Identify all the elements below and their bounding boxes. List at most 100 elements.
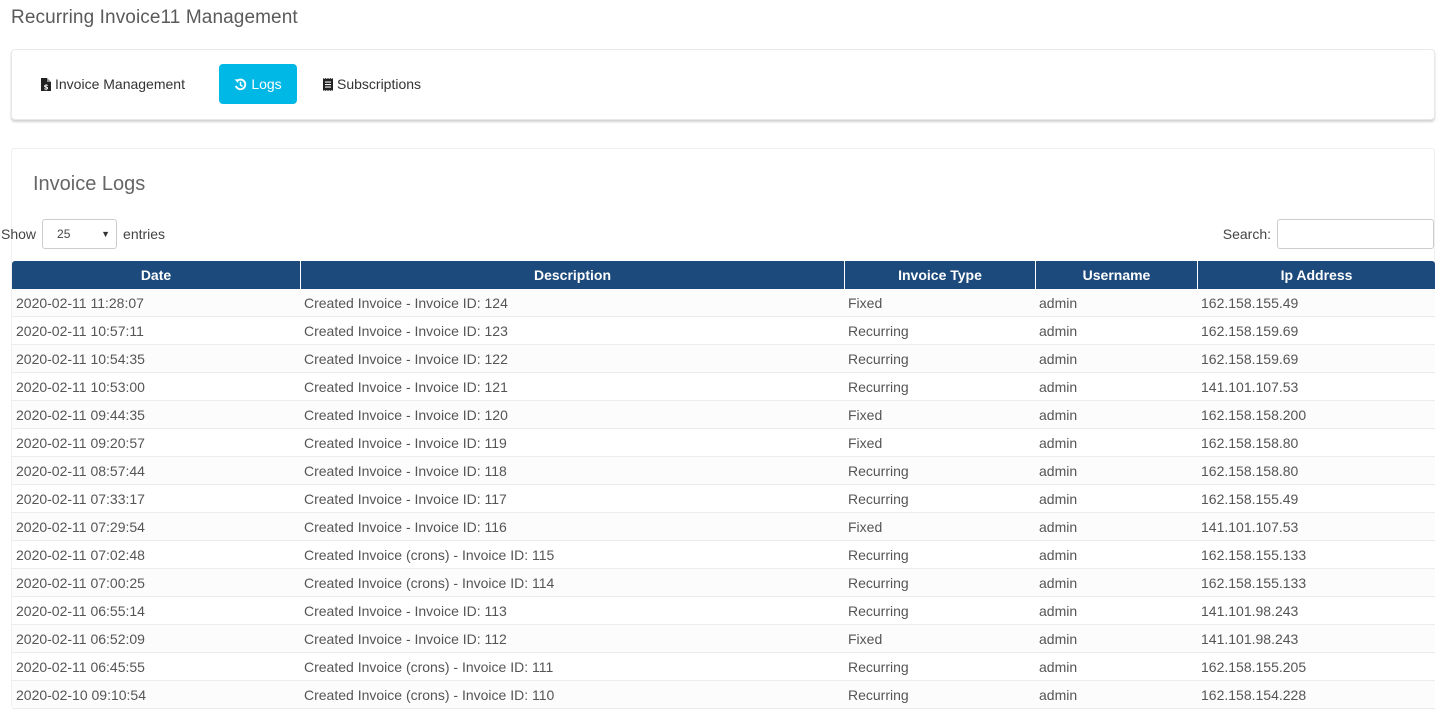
cell-username: admin	[1035, 485, 1197, 513]
table-row: 2020-02-11 06:55:14 Created Invoice - Inv…	[12, 597, 1435, 625]
table-row: 2020-02-11 09:44:35 Created Invoice - Inv…	[12, 401, 1435, 429]
column-header-username[interactable]: Username	[1035, 261, 1197, 289]
column-header-description[interactable]: Description	[300, 261, 844, 289]
table-row: 2020-02-11 08:57:44 Created Invoice - Inv…	[12, 457, 1435, 485]
cell-description: Created Invoice - Invoice ID: 118	[300, 457, 844, 485]
cell-username: admin	[1035, 625, 1197, 653]
cell-description: Created Invoice - Invoice ID: 119	[300, 429, 844, 457]
column-header-date[interactable]: Date	[12, 261, 300, 289]
caret-down-icon: ▼	[101, 229, 111, 239]
cell-invoice-type: Recurring	[844, 373, 1035, 401]
search-control: Search:	[1223, 219, 1434, 249]
cell-description: Created Invoice (crons) - Invoice ID: 11…	[300, 681, 844, 709]
table-row: 2020-02-11 10:53:00 Created Invoice - Inv…	[12, 373, 1435, 401]
cell-username: admin	[1035, 401, 1197, 429]
cell-description: Created Invoice (crons) - Invoice ID: 11…	[300, 541, 844, 569]
column-header-invoice-type[interactable]: Invoice Type	[844, 261, 1035, 289]
cell-ip-address: 162.158.154.228	[1197, 681, 1435, 709]
tab-bar: $ Invoice Management Logs Subscriptions	[11, 49, 1435, 120]
table-header-row: Date Description Invoice Type Username I…	[12, 261, 1435, 289]
cell-date: 2020-02-11 09:20:57	[12, 429, 300, 457]
cell-date: 2020-02-11 10:54:35	[12, 345, 300, 373]
cell-invoice-type: Recurring	[844, 345, 1035, 373]
table-row: 2020-02-11 09:20:57 Created Invoice - Inv…	[12, 429, 1435, 457]
cell-date: 2020-02-11 07:00:25	[12, 569, 300, 597]
show-label: Show	[1, 226, 37, 242]
cell-invoice-type: Recurring	[844, 317, 1035, 345]
cell-invoice-type: Fixed	[844, 289, 1035, 317]
cell-date: 2020-02-11 07:29:54	[12, 513, 300, 541]
cell-username: admin	[1035, 373, 1197, 401]
invoice-logs-panel: Invoice Logs Show 25 ▼ entries Search: D…	[1, 148, 1435, 709]
page-length-select[interactable]: 25 ▼	[42, 219, 118, 249]
logs-table-body: 2020-02-11 11:28:07 Created Invoice - Inv…	[12, 289, 1435, 709]
cell-username: admin	[1035, 569, 1197, 597]
cell-ip-address: 162.158.159.69	[1197, 345, 1435, 373]
cell-ip-address: 162.158.155.49	[1197, 485, 1435, 513]
cell-date: 2020-02-11 06:55:14	[12, 597, 300, 625]
cell-description: Created Invoice - Invoice ID: 121	[300, 373, 844, 401]
cell-invoice-type: Recurring	[844, 457, 1035, 485]
cell-invoice-type: Recurring	[844, 485, 1035, 513]
cell-date: 2020-02-11 10:53:00	[12, 373, 300, 401]
cell-date: 2020-02-11 08:57:44	[12, 457, 300, 485]
cell-invoice-type: Recurring	[844, 569, 1035, 597]
tab-invoice-management[interactable]: $ Invoice Management	[31, 64, 195, 104]
page-title: Recurring Invoice11 Management	[11, 7, 298, 28]
cell-ip-address: 162.158.158.200	[1197, 401, 1435, 429]
cell-username: admin	[1035, 653, 1197, 681]
receipt-icon	[323, 77, 333, 91]
cell-ip-address: 141.101.107.53	[1197, 513, 1435, 541]
cell-date: 2020-02-11 06:52:09	[12, 625, 300, 653]
cell-invoice-type: Recurring	[844, 681, 1035, 709]
cell-date: 2020-02-10 09:10:54	[12, 681, 300, 709]
cell-description: Created Invoice - Invoice ID: 122	[300, 345, 844, 373]
cell-ip-address: 141.101.98.243	[1197, 597, 1435, 625]
cell-invoice-type: Fixed	[844, 401, 1035, 429]
cell-username: admin	[1035, 681, 1197, 709]
search-label: Search:	[1222, 226, 1271, 242]
cell-description: Created Invoice (crons) - Invoice ID: 11…	[300, 569, 844, 597]
tab-logs[interactable]: Logs	[219, 64, 297, 104]
cell-date: 2020-02-11 07:33:17	[12, 485, 300, 513]
tab-label: Subscriptions	[337, 76, 422, 92]
tab-label: Invoice Management	[55, 76, 185, 92]
tab-label: Logs	[251, 76, 282, 92]
table-row: 2020-02-11 10:54:35 Created Invoice - Inv…	[12, 345, 1435, 373]
history-icon	[234, 78, 247, 91]
cell-description: Created Invoice (crons) - Invoice ID: 11…	[300, 653, 844, 681]
cell-invoice-type: Fixed	[844, 429, 1035, 457]
search-input[interactable]	[1277, 219, 1434, 249]
page-length-control: Show 25 ▼ entries	[1, 219, 165, 249]
cell-ip-address: 162.158.155.49	[1197, 289, 1435, 317]
cell-ip-address: 141.101.107.53	[1197, 373, 1435, 401]
cell-username: admin	[1035, 289, 1197, 317]
file-invoice-dollar-icon: $	[41, 77, 51, 91]
table-row: 2020-02-11 10:57:11 Created Invoice - Inv…	[12, 317, 1435, 345]
column-header-ip-address[interactable]: Ip Address	[1197, 261, 1435, 289]
cell-ip-address: 162.158.158.80	[1197, 457, 1435, 485]
cell-ip-address: 162.158.159.69	[1197, 317, 1435, 345]
cell-invoice-type: Recurring	[844, 541, 1035, 569]
cell-date: 2020-02-11 10:57:11	[12, 317, 300, 345]
table-row: 2020-02-11 11:28:07 Created Invoice - Inv…	[12, 289, 1435, 317]
cell-date: 2020-02-11 07:02:48	[12, 541, 300, 569]
cell-description: Created Invoice - Invoice ID: 117	[300, 485, 844, 513]
table-row: 2020-02-11 06:45:55 Created Invoice (cron…	[12, 653, 1435, 681]
page-length-value: 25	[57, 227, 71, 241]
cell-ip-address: 162.158.155.133	[1197, 569, 1435, 597]
table-row: 2020-02-11 06:52:09 Created Invoice - Inv…	[12, 625, 1435, 653]
cell-username: admin	[1035, 541, 1197, 569]
cell-date: 2020-02-11 11:28:07	[12, 289, 300, 317]
cell-description: Created Invoice - Invoice ID: 116	[300, 513, 844, 541]
cell-ip-address: 141.101.98.243	[1197, 625, 1435, 653]
cell-invoice-type: Recurring	[844, 653, 1035, 681]
cell-username: admin	[1035, 597, 1197, 625]
cell-username: admin	[1035, 457, 1197, 485]
cell-invoice-type: Fixed	[844, 513, 1035, 541]
cell-ip-address: 162.158.158.80	[1197, 429, 1435, 457]
cell-username: admin	[1035, 513, 1197, 541]
cell-username: admin	[1035, 317, 1197, 345]
tab-subscriptions[interactable]: Subscriptions	[313, 64, 431, 104]
logs-table: Date Description Invoice Type Username I…	[12, 261, 1435, 709]
